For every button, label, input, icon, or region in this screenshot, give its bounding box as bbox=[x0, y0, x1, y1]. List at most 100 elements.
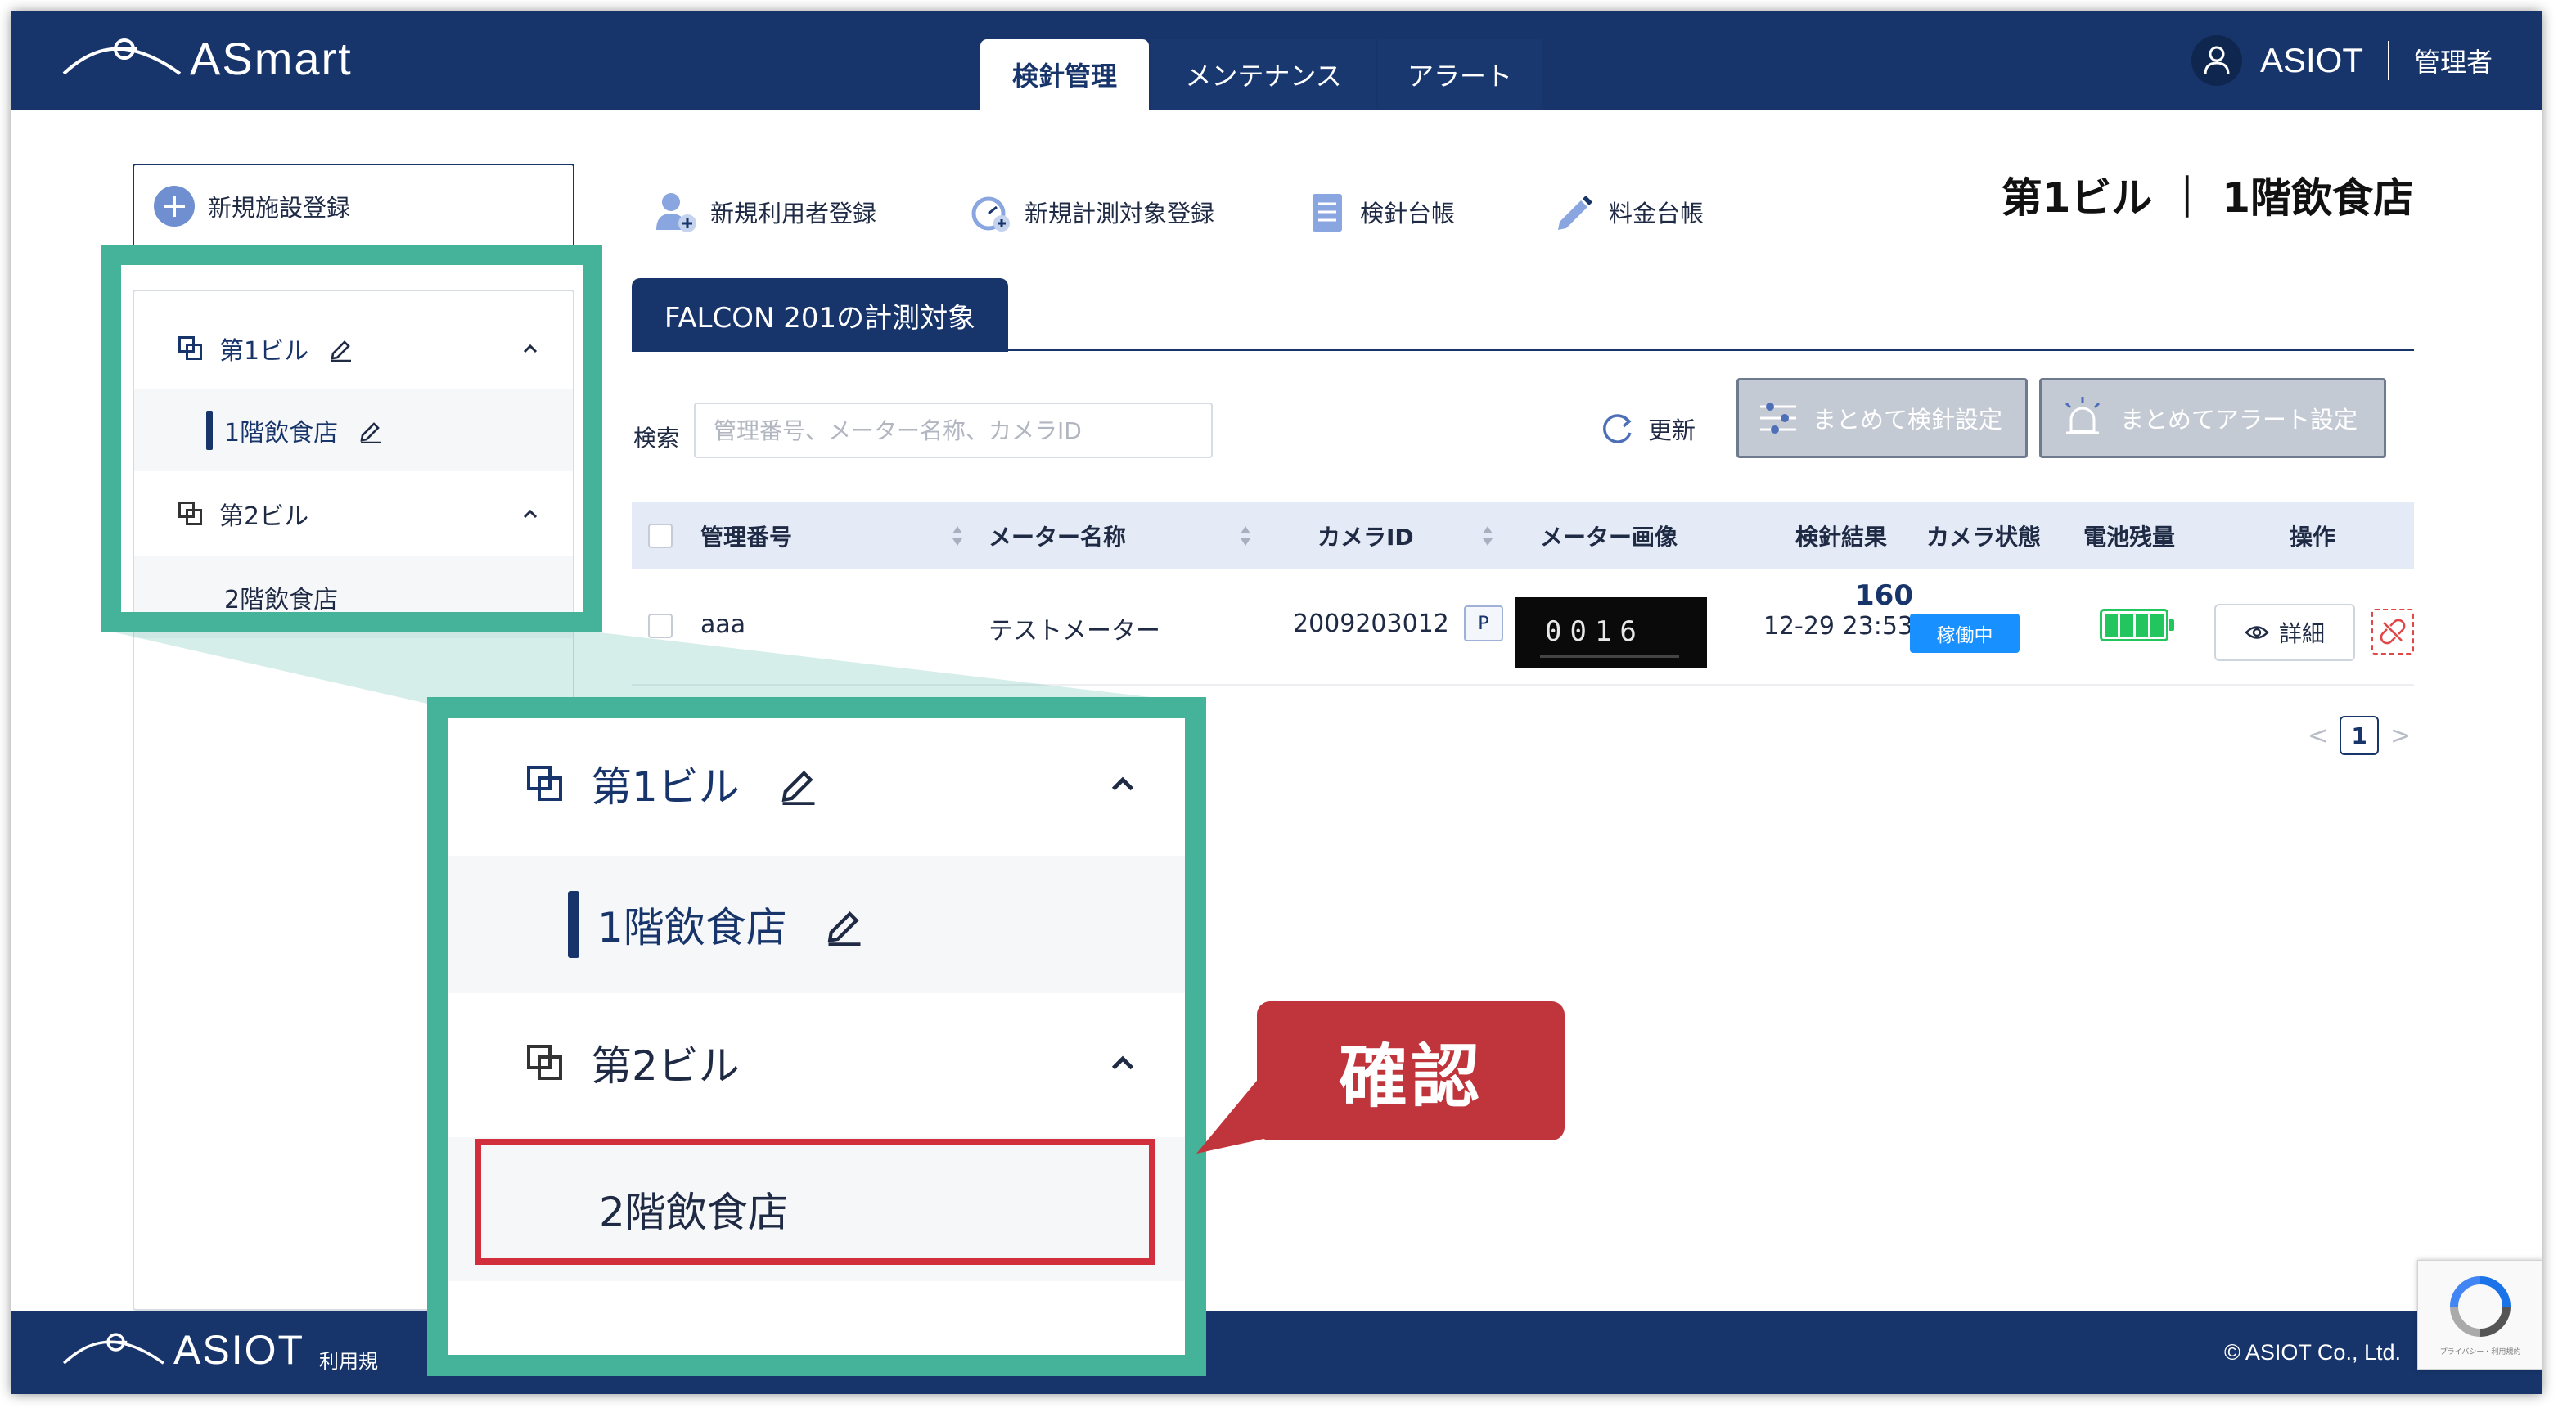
chevron-up-icon bbox=[1111, 1055, 1134, 1070]
tree-building-1[interactable]: 第1ビル bbox=[134, 308, 573, 389]
search-label: 検索 bbox=[633, 425, 680, 452]
detail-button[interactable]: 詳細 bbox=[2214, 604, 2355, 661]
subtab-label: FALCON 201の計測対象 bbox=[664, 301, 976, 335]
app-logo[interactable]: ASmart bbox=[61, 29, 353, 87]
header-label: 管理番号 bbox=[700, 524, 793, 551]
chevron-up-icon[interactable] bbox=[520, 342, 540, 355]
floor-label: 2階飲食店 bbox=[224, 586, 339, 614]
logo-text: ASmart bbox=[190, 32, 353, 84]
column-header-battery: 電池残量 bbox=[2083, 502, 2175, 569]
recaptcha-badge[interactable]: プライバシー・利用規約 bbox=[2417, 1260, 2542, 1370]
building-icon bbox=[527, 766, 563, 802]
refresh-label: 更新 bbox=[1648, 416, 1696, 444]
footer-logo[interactable]: ASIOT bbox=[61, 1325, 304, 1374]
tab-falcon-targets[interactable]: FALCON 201の計測対象 bbox=[632, 278, 1008, 352]
tree-floor-1[interactable]: 1階飲食店 bbox=[134, 389, 573, 471]
terms-link[interactable]: 利用規 bbox=[319, 1345, 378, 1374]
zoom-building-2: 第2ビル bbox=[448, 993, 1185, 1132]
floor-label: 1階飲食店 bbox=[224, 419, 339, 448]
header-label: 電池残量 bbox=[2083, 524, 2176, 551]
selected-indicator bbox=[568, 891, 579, 958]
location-title: 第1ビル ｜ 1階飲食店 bbox=[2001, 174, 2414, 222]
sort-icon[interactable] bbox=[952, 524, 962, 547]
select-all-checkbox[interactable] bbox=[648, 524, 673, 548]
building-label: 第1ビル bbox=[219, 337, 309, 366]
tree-building-2[interactable]: 第2ビル bbox=[134, 473, 573, 555]
divider bbox=[632, 349, 2414, 351]
floor-label: 2階飲食店 bbox=[599, 1189, 789, 1236]
detail-label: 詳細 bbox=[2278, 620, 2325, 647]
column-header-mgmt-no[interactable]: 管理番号 bbox=[700, 502, 792, 569]
sort-icon[interactable] bbox=[1241, 524, 1250, 547]
reading-time: 12-29 23:53 bbox=[1763, 612, 1913, 641]
user-name: ASIOT bbox=[2259, 41, 2363, 79]
toolbar-label: 新規計測対象登録 bbox=[1025, 200, 1215, 227]
edit-icon bbox=[781, 771, 815, 805]
table-header: 管理番号 メーター名称 カメラID メーター画像 検針結果 カメラ状態 電池残量… bbox=[632, 502, 2414, 569]
next-page-button[interactable]: > bbox=[2390, 722, 2411, 750]
new-target-button[interactable]: 新規計測対象登録 bbox=[967, 183, 1214, 241]
building-icon bbox=[178, 502, 203, 526]
meter-name-cell: テストメーター bbox=[989, 617, 1160, 646]
unlink-icon bbox=[2380, 619, 2406, 645]
tab-alert[interactable]: アラート bbox=[1378, 39, 1542, 110]
building-label: 第1ビル bbox=[591, 763, 740, 811]
camera-id: 2009203012 bbox=[1293, 609, 1449, 638]
header-label: カメラ状態 bbox=[1926, 524, 2042, 551]
reading-result-cell: 160 12-29 23:53 bbox=[1763, 579, 1913, 641]
user-menu[interactable]: ASIOT 管理者 bbox=[2191, 35, 2493, 86]
column-header-camera-status: カメラ状態 bbox=[1926, 502, 2041, 569]
sliders-icon bbox=[1760, 403, 1796, 434]
prev-page-button[interactable]: < bbox=[2308, 722, 2328, 750]
fee-ledger-button[interactable]: 料金台帳 bbox=[1551, 183, 1704, 241]
toolbar-label: 料金台帳 bbox=[1609, 200, 1705, 227]
tree-floor-2[interactable]: 2階飲食店 bbox=[134, 556, 573, 638]
add-facility-button[interactable]: 新規施設登録 bbox=[133, 164, 574, 249]
unlink-button[interactable] bbox=[2371, 609, 2414, 655]
row-checkbox[interactable] bbox=[648, 614, 673, 638]
column-header-actions: 操作 bbox=[2290, 502, 2335, 569]
camera-badge: P bbox=[1463, 605, 1503, 641]
chevron-up-icon bbox=[1111, 776, 1134, 791]
top-navigation-bar: ASmart 検針管理 メンテナンス アラート ASIOT 管理者 bbox=[11, 11, 2542, 110]
edit-icon[interactable] bbox=[358, 417, 384, 443]
battery-full-icon bbox=[2100, 609, 2174, 641]
building-label: 第2ビル bbox=[591, 1042, 740, 1090]
new-user-button[interactable]: 新規利用者登録 bbox=[653, 183, 876, 241]
chevron-up-icon[interactable] bbox=[520, 507, 540, 520]
building-icon bbox=[178, 336, 203, 361]
floor-label: 1階飲食店 bbox=[597, 904, 787, 951]
refresh-icon bbox=[1603, 414, 1632, 443]
column-header-meter-image: メーター画像 bbox=[1540, 502, 1678, 569]
tab-maintenance[interactable]: メンテナンス bbox=[1151, 39, 1376, 110]
logo-mark-icon bbox=[62, 1333, 164, 1365]
tab-reading-management[interactable]: 検針管理 bbox=[980, 39, 1149, 110]
column-header-meter-name[interactable]: メーター名称 bbox=[989, 502, 1126, 569]
logo-mark-icon bbox=[62, 38, 182, 75]
sort-icon[interactable] bbox=[1483, 524, 1493, 547]
reading-ledger-button[interactable]: 検針台帳 bbox=[1308, 183, 1455, 241]
bulk-reading-settings-button[interactable]: まとめて検針設定 bbox=[1736, 378, 2028, 458]
camera-status-badge: 稼働中 bbox=[1910, 614, 2020, 653]
search-input[interactable] bbox=[694, 403, 1213, 458]
mgmt-no-cell: aaa bbox=[700, 610, 746, 639]
ledger-icon bbox=[1313, 194, 1342, 232]
add-meter-icon bbox=[971, 196, 1010, 232]
column-header-camera-id[interactable]: カメラID bbox=[1317, 502, 1414, 569]
meter-image[interactable]: 0016 bbox=[1515, 597, 1707, 668]
tab-label: アラート bbox=[1407, 61, 1512, 92]
eye-icon bbox=[2245, 626, 2269, 639]
recaptcha-icon bbox=[2450, 1275, 2511, 1337]
bulk-alert-label: まとめてアラート設定 bbox=[2120, 406, 2358, 434]
bulk-alert-settings-button[interactable]: まとめてアラート設定 bbox=[2039, 378, 2386, 458]
user-role: 管理者 bbox=[2413, 47, 2493, 78]
pencil-icon bbox=[1558, 196, 1592, 230]
refresh-button[interactable]: 更新 bbox=[1599, 396, 1696, 461]
header-label: 検針結果 bbox=[1795, 524, 1888, 551]
header-label: メーター名称 bbox=[989, 524, 1127, 551]
edit-icon[interactable] bbox=[328, 335, 354, 362]
meter-image-digits: 0016 bbox=[1545, 615, 1645, 648]
page-number-button[interactable]: 1 bbox=[2340, 716, 2380, 755]
header-label: メーター画像 bbox=[1540, 524, 1678, 551]
building-icon bbox=[527, 1045, 563, 1081]
